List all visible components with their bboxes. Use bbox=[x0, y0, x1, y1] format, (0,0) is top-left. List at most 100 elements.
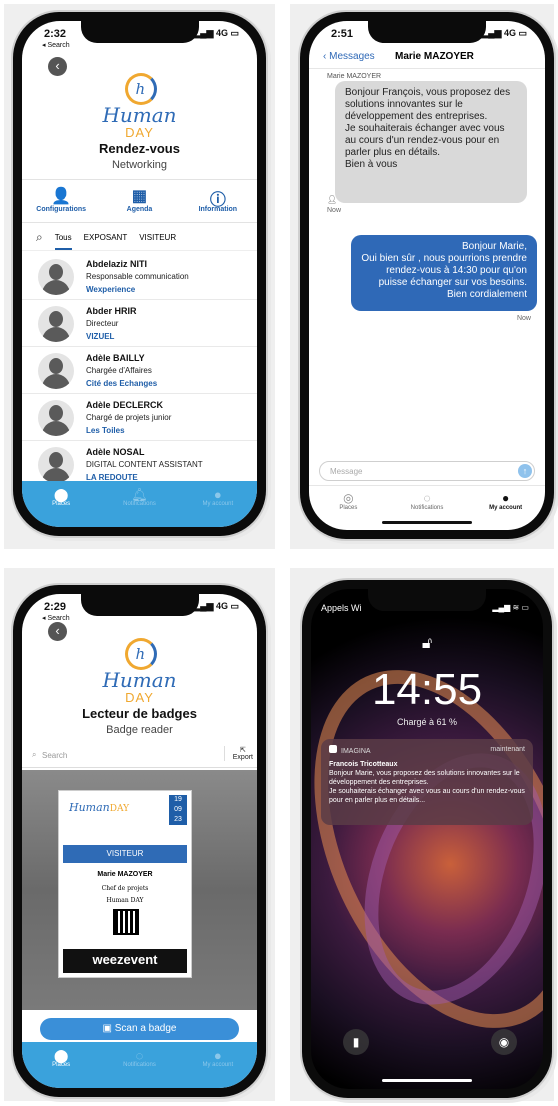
camera-button[interactable]: ◉ bbox=[491, 1029, 517, 1055]
camera-icon: ◉ bbox=[498, 1035, 510, 1049]
list-item[interactable]: Adèle DECLERCK Chargé de projets junior Le… bbox=[22, 394, 257, 441]
sender-label: Marie MAZOYER bbox=[327, 73, 382, 80]
nav-notifications[interactable]: 🔔︎ Notifications bbox=[100, 481, 178, 527]
home-indicator bbox=[382, 1079, 472, 1082]
human-day-logo: h Human DAY bbox=[100, 638, 180, 708]
contact-name: Adèle BAILLY bbox=[86, 353, 145, 363]
agenda-button[interactable]: ▦ Agenda bbox=[100, 180, 178, 222]
list-item[interactable]: Abdelaziz NITI Responsable communication W… bbox=[22, 253, 257, 300]
page-subtitle: Networking bbox=[111, 159, 168, 171]
notch bbox=[368, 589, 486, 611]
contact-role: Responsable communication bbox=[86, 272, 189, 281]
notch bbox=[80, 594, 199, 616]
nav-places[interactable]: ◎ Places bbox=[309, 486, 388, 525]
message-input[interactable]: Message ↑ bbox=[319, 461, 535, 481]
contact-list: Abdelaziz NITI Responsable communication W… bbox=[22, 253, 257, 488]
bell-icon: ◌ bbox=[135, 1048, 144, 1063]
badge-role: VISITEUR bbox=[63, 845, 187, 863]
contact-company[interactable]: Les Toiles bbox=[86, 426, 125, 435]
map-pin-icon: ◎ bbox=[343, 491, 354, 505]
sender-avatar-icon: 👤︎ bbox=[327, 195, 338, 204]
search-icon[interactable]: ⌕ bbox=[36, 230, 43, 245]
signal-indicator: ▂▄▆ 4G ▭ bbox=[481, 28, 527, 38]
phone-frame: 2:32 ▂▄▆ 4G ▭ ◂ Search ‹ h Human DAY Ren… bbox=[13, 12, 266, 536]
list-item[interactable]: Adèle BAILLY Chargée d'Affaires Cité des E… bbox=[22, 347, 257, 394]
contact-role: Chargé de projets junior bbox=[86, 413, 172, 422]
page-title: Rendez-vous bbox=[99, 141, 180, 156]
nav-places[interactable]: ⬤ Places bbox=[22, 481, 100, 527]
person-icon: ● bbox=[502, 491, 510, 505]
nav-my-account[interactable]: ● My account bbox=[179, 481, 257, 527]
contact-role: Chargée d'Affaires bbox=[86, 366, 152, 375]
avatar bbox=[38, 353, 74, 389]
person-icon: ● bbox=[213, 487, 222, 502]
badge-company: Human DAY bbox=[106, 897, 144, 904]
map-pin-icon: ⬤ bbox=[53, 1048, 69, 1063]
filter-tabs: ⌕ Tous EXPOSANT VISITEUR bbox=[22, 225, 257, 251]
home-indicator bbox=[382, 521, 472, 524]
contact-name: Abdelaziz NITI bbox=[86, 259, 148, 269]
page-subtitle: Badge reader bbox=[106, 724, 173, 736]
outgoing-time: Now bbox=[516, 315, 531, 322]
contact-company[interactable]: Wexperience bbox=[86, 285, 135, 294]
lock-screen-wallpaper: Appels Wi ▂▄▆ ≋ ▭ 🔓︎ 14:55 Chargé à 61 %… bbox=[311, 589, 543, 1089]
contact-role: DIGITAL CONTENT ASSISTANT bbox=[86, 460, 203, 469]
nav-my-account[interactable]: ● My account bbox=[466, 486, 545, 525]
scanned-badge: HumanDAY 19 09 23 VISITEUR Marie MAZOYER C… bbox=[58, 790, 192, 978]
information-button[interactable]: ⓘ Information bbox=[179, 180, 257, 222]
badge-logo: HumanDAY bbox=[69, 801, 130, 814]
camera-viewfinder: HumanDAY 19 09 23 VISITEUR Marie MAZOYER C… bbox=[22, 770, 257, 1010]
bell-icon: 🔔︎ bbox=[131, 487, 148, 502]
export-button[interactable]: ⇱ Export bbox=[223, 746, 253, 761]
scan-badge-button[interactable]: ▣ Scan a badge bbox=[40, 1018, 239, 1040]
carrier-label: Appels Wi bbox=[321, 603, 362, 613]
configurations-button[interactable]: 👤 Configurations bbox=[22, 180, 100, 222]
conversation-title: Marie MAZOYER bbox=[395, 51, 474, 62]
flashlight-button[interactable]: ▮ bbox=[343, 1029, 369, 1055]
export-icon: ⇱ bbox=[239, 747, 246, 754]
phone-frame: 2:51 ▂▄▆ 4G ▭ ‹ Messages Marie MAZOYER M… bbox=[300, 12, 554, 539]
search-bar: ⌕ Search ⇱ Export bbox=[22, 744, 257, 768]
info-icon: ⓘ bbox=[209, 192, 226, 209]
screen: 2:51 ▂▄▆ 4G ▭ ‹ Messages Marie MAZOYER M… bbox=[309, 21, 545, 530]
search-icon: ⌕ bbox=[32, 750, 37, 759]
qr-scan-icon: ▣ bbox=[102, 1023, 115, 1034]
nav-notifications[interactable]: ◌ Notifications bbox=[388, 486, 467, 525]
phone-frame: 2:29 ▂▄▆ 4G ▭ ◂ Search ‹ h Human DAY Lec… bbox=[13, 585, 266, 1097]
page-title: Lecteur de badges bbox=[82, 706, 197, 721]
send-arrow-icon[interactable]: ↑ bbox=[518, 464, 532, 478]
badge-footer: weezevent bbox=[63, 949, 187, 973]
tab-exposant[interactable]: EXPOSANT bbox=[84, 233, 128, 242]
calendar-icon: ▦ bbox=[131, 188, 148, 205]
qr-code-icon bbox=[113, 909, 139, 935]
nav-notifications[interactable]: ◌ Notifications bbox=[100, 1042, 178, 1088]
signal-indicator: ▂▄▆ 4G ▭ bbox=[193, 601, 239, 611]
contact-company[interactable]: Cité des Echanges bbox=[86, 379, 157, 388]
charge-status: Chargé à 61 % bbox=[396, 717, 458, 727]
contact-name: Adèle NOSAL bbox=[86, 447, 145, 457]
screen: 2:32 ▂▄▆ 4G ▭ ◂ Search ‹ h Human DAY Ren… bbox=[22, 21, 257, 527]
tab-visiteur[interactable]: VISITEUR bbox=[139, 233, 176, 242]
back-button[interactable]: ‹ bbox=[48, 57, 67, 76]
search-input[interactable]: Search bbox=[42, 751, 67, 760]
notification-app: IMAGINA maintenant bbox=[329, 745, 525, 756]
nav-my-account[interactable]: ● My account bbox=[179, 1042, 257, 1088]
outgoing-message: Bonjour Marie, Oui bien sûr , nous pourr… bbox=[351, 235, 537, 311]
badge-name: Marie MAZOYER bbox=[97, 871, 153, 878]
avatar bbox=[38, 259, 74, 295]
back-button[interactable]: ‹ bbox=[48, 622, 67, 641]
contact-company[interactable]: VIZUEL bbox=[86, 332, 114, 341]
tab-bar: ◎ Places ◌ Notifications ● My account bbox=[309, 485, 545, 525]
conversation-header: ‹ Messages Marie MAZOYER bbox=[309, 47, 545, 69]
signal-indicator: ▂▄▆ 4G ▭ bbox=[193, 28, 239, 38]
back-to-messages-button[interactable]: ‹ Messages bbox=[323, 51, 375, 62]
notification-body: Bonjour Marie, vous proposez des solutio… bbox=[329, 770, 525, 804]
list-item[interactable]: Abder HRIR Directeur VIZUEL bbox=[22, 300, 257, 347]
screen: 2:29 ▂▄▆ 4G ▭ ◂ Search ‹ h Human DAY Lec… bbox=[22, 594, 257, 1088]
flashlight-icon: ▮ bbox=[352, 1035, 360, 1049]
incoming-message: Bonjour François, vous proposez des solu… bbox=[335, 81, 527, 203]
app-icon bbox=[329, 745, 337, 753]
notification-card[interactable]: IMAGINA maintenant Francois Tricotteaux B… bbox=[321, 739, 533, 825]
nav-places[interactable]: ⬤ Places bbox=[22, 1042, 100, 1088]
tab-tous[interactable]: Tous bbox=[54, 233, 72, 250]
